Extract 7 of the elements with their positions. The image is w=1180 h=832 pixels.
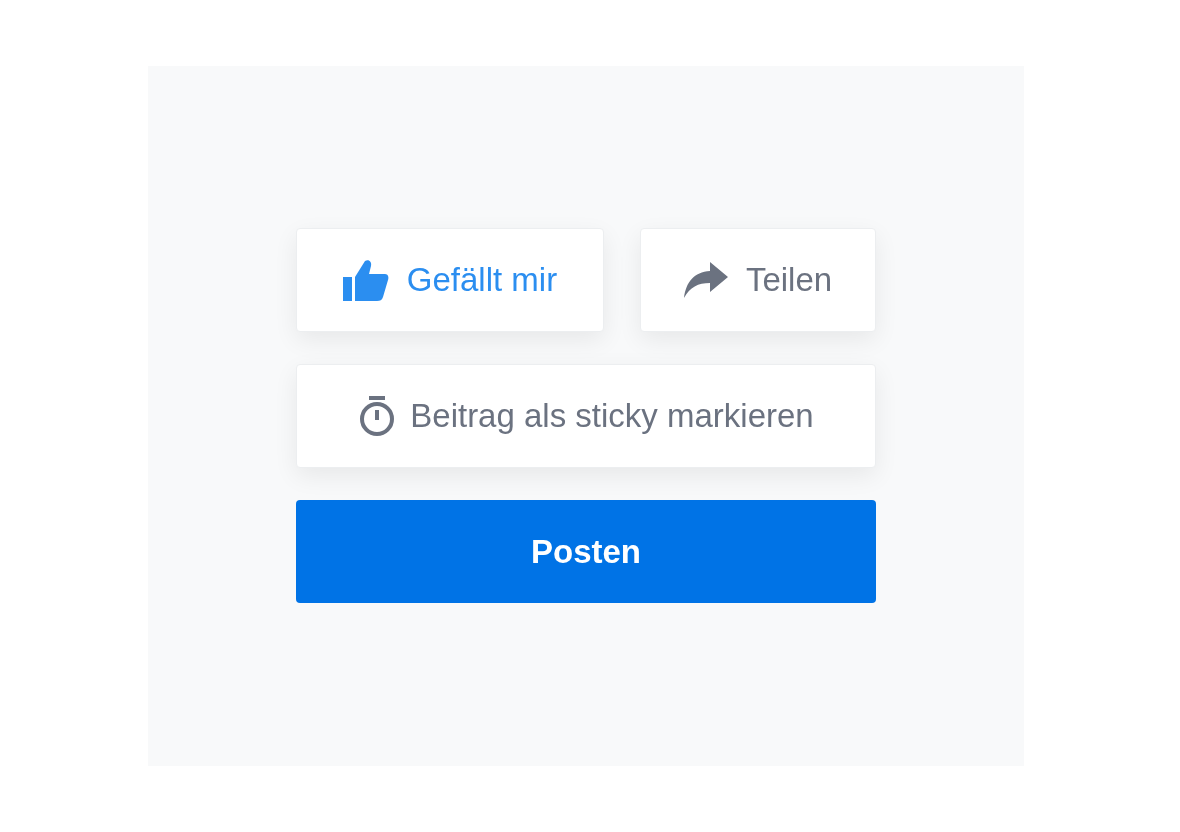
like-button[interactable]: Gefällt mir <box>296 228 604 332</box>
thumbs-up-icon <box>342 259 389 301</box>
post-button[interactable]: Posten <box>296 500 876 603</box>
share-arrow-icon <box>683 262 728 298</box>
stopwatch-icon <box>358 396 397 436</box>
sticky-button[interactable]: Beitrag als sticky markieren <box>296 364 876 468</box>
share-button[interactable]: Teilen <box>640 228 876 332</box>
